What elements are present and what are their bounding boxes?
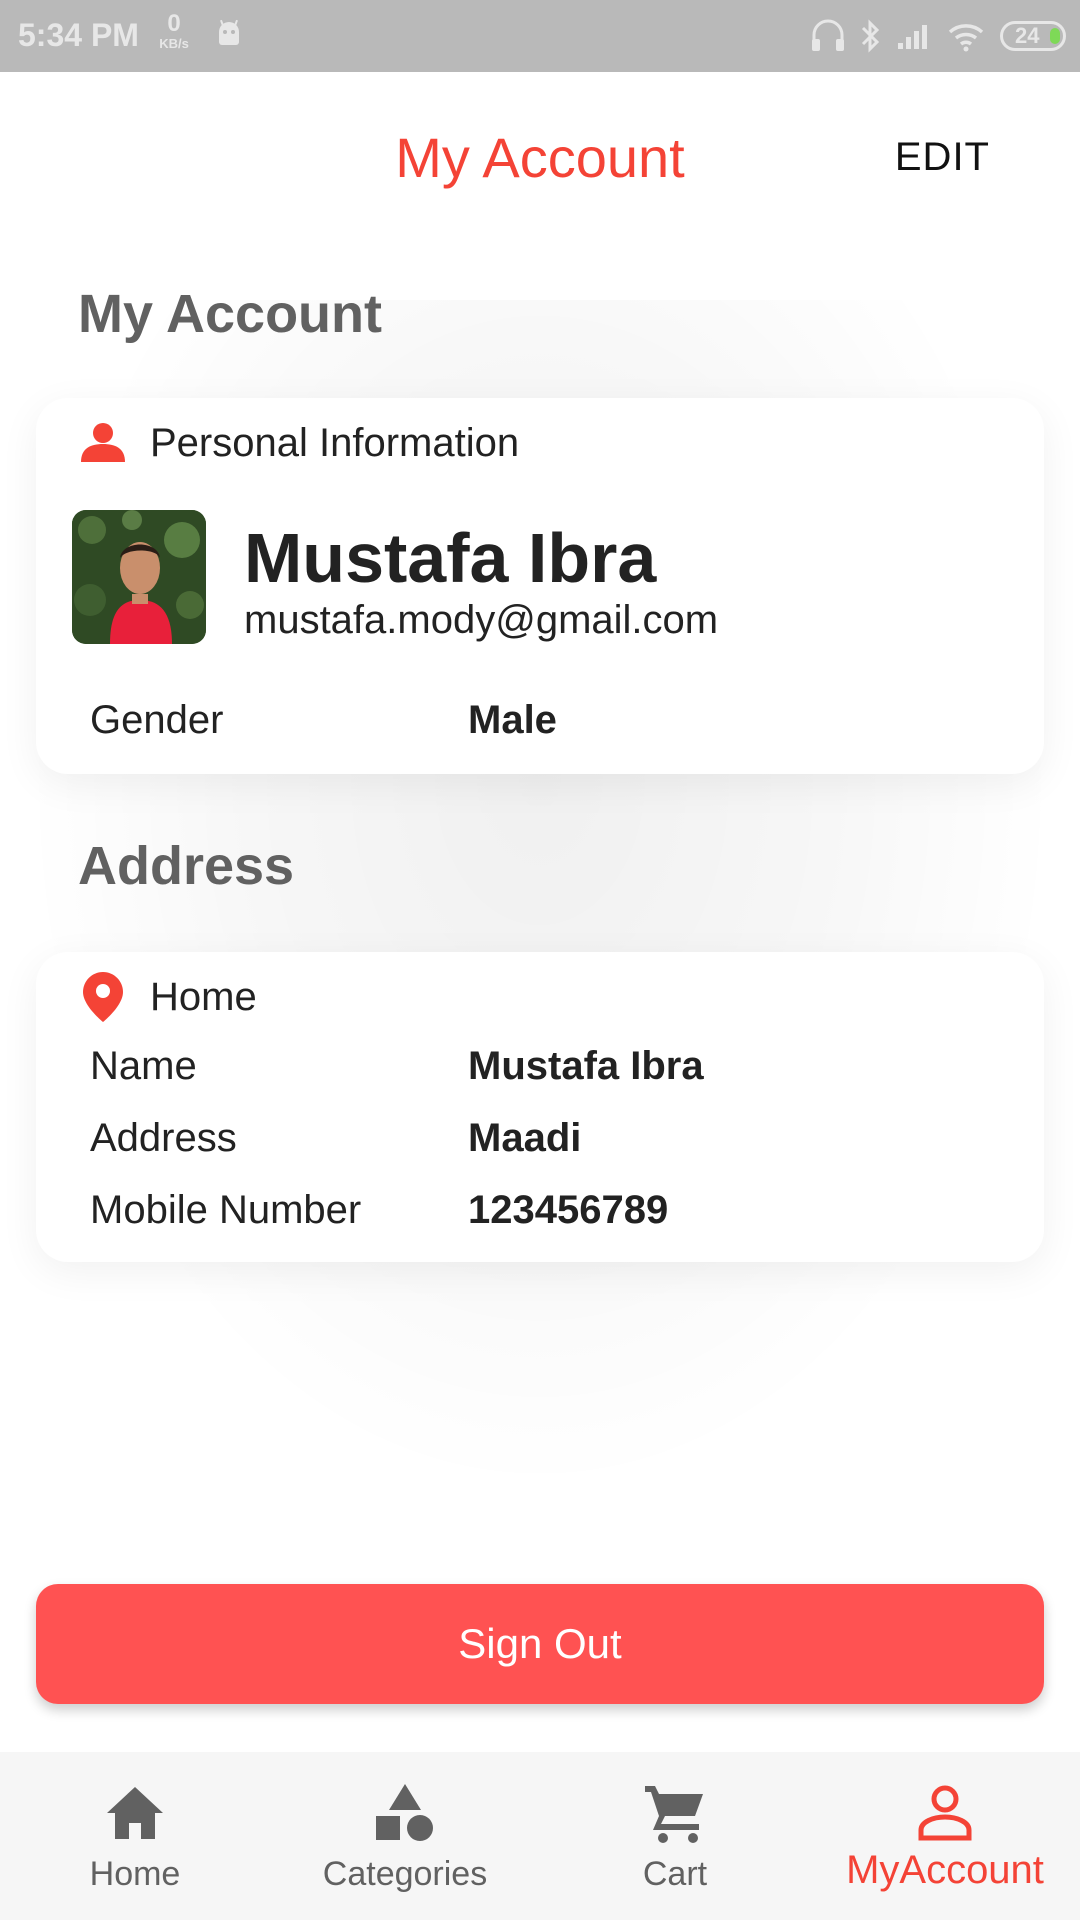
- network-speed-value: 0: [167, 10, 181, 37]
- home-icon: [102, 1780, 168, 1846]
- address-row-label: Address: [90, 1116, 237, 1160]
- wifi-icon: [948, 24, 984, 52]
- edit-button[interactable]: EDIT: [895, 133, 990, 181]
- network-speed: 0 KB/s: [154, 10, 194, 51]
- address-row-label: Mobile Number: [90, 1188, 362, 1232]
- avatar[interactable]: [72, 510, 206, 644]
- bottom-navigation: Home Categories Cart MyAccount: [0, 1752, 1080, 1920]
- cart-icon: [642, 1780, 708, 1846]
- address-card: Home Name Mustafa Ibra Address Maadi Mob…: [36, 952, 1044, 1262]
- address-card-header: Home: [80, 972, 257, 1022]
- personal-information-header: Personal Information: [80, 420, 519, 466]
- address-row-label: Name: [90, 1044, 197, 1088]
- nav-label-categories: Categories: [322, 1855, 488, 1893]
- personal-information-label: Personal Information: [150, 420, 520, 465]
- address-row-value: Maadi: [468, 1116, 582, 1160]
- location-pin-icon: [80, 972, 126, 1022]
- nav-label-myaccount: MyAccount: [846, 1848, 1044, 1892]
- personal-information-card: Personal Information Mustafa Ibra mustaf…: [36, 398, 1044, 774]
- bluetooth-icon: [861, 19, 880, 53]
- nav-label-cart: Cart: [642, 1855, 708, 1893]
- gender-label: Gender: [90, 698, 224, 742]
- nav-item-cart[interactable]: Cart: [540, 1752, 810, 1920]
- nav-item-myaccount[interactable]: MyAccount: [810, 1752, 1080, 1920]
- nav-item-categories[interactable]: Categories: [270, 1752, 540, 1920]
- status-icons: 24: [810, 18, 1066, 54]
- android-icon: [219, 19, 239, 45]
- address-section-title: Address: [78, 836, 295, 896]
- nav-item-home[interactable]: Home: [0, 1752, 270, 1920]
- sign-out-button[interactable]: Sign Out: [36, 1584, 1044, 1704]
- address-row-value: 123456789: [468, 1188, 669, 1232]
- address-label-home: Home: [150, 974, 257, 1019]
- my-account-section-title: My Account: [78, 284, 383, 344]
- battery-level: 24: [1015, 23, 1040, 48]
- signal-icon: [898, 25, 927, 49]
- profile-name: Mustafa Ibra: [244, 519, 657, 597]
- network-speed-unit: KB/s: [159, 36, 189, 51]
- person-icon: [80, 420, 126, 466]
- status-time: 5:34 PM: [18, 17, 139, 53]
- account-icon: [912, 1780, 978, 1846]
- categories-icon: [372, 1780, 438, 1846]
- status-bar: 5:34 PM 0 KB/s 24: [0, 0, 1080, 72]
- nav-label-home: Home: [89, 1855, 181, 1893]
- profile-email: mustafa.mody@gmail.com: [244, 598, 719, 642]
- battery-icon: 24: [1000, 21, 1066, 51]
- headphones-icon: [812, 19, 844, 51]
- address-row-value: Mustafa Ibra: [468, 1044, 704, 1088]
- gender-value: Male: [468, 698, 557, 742]
